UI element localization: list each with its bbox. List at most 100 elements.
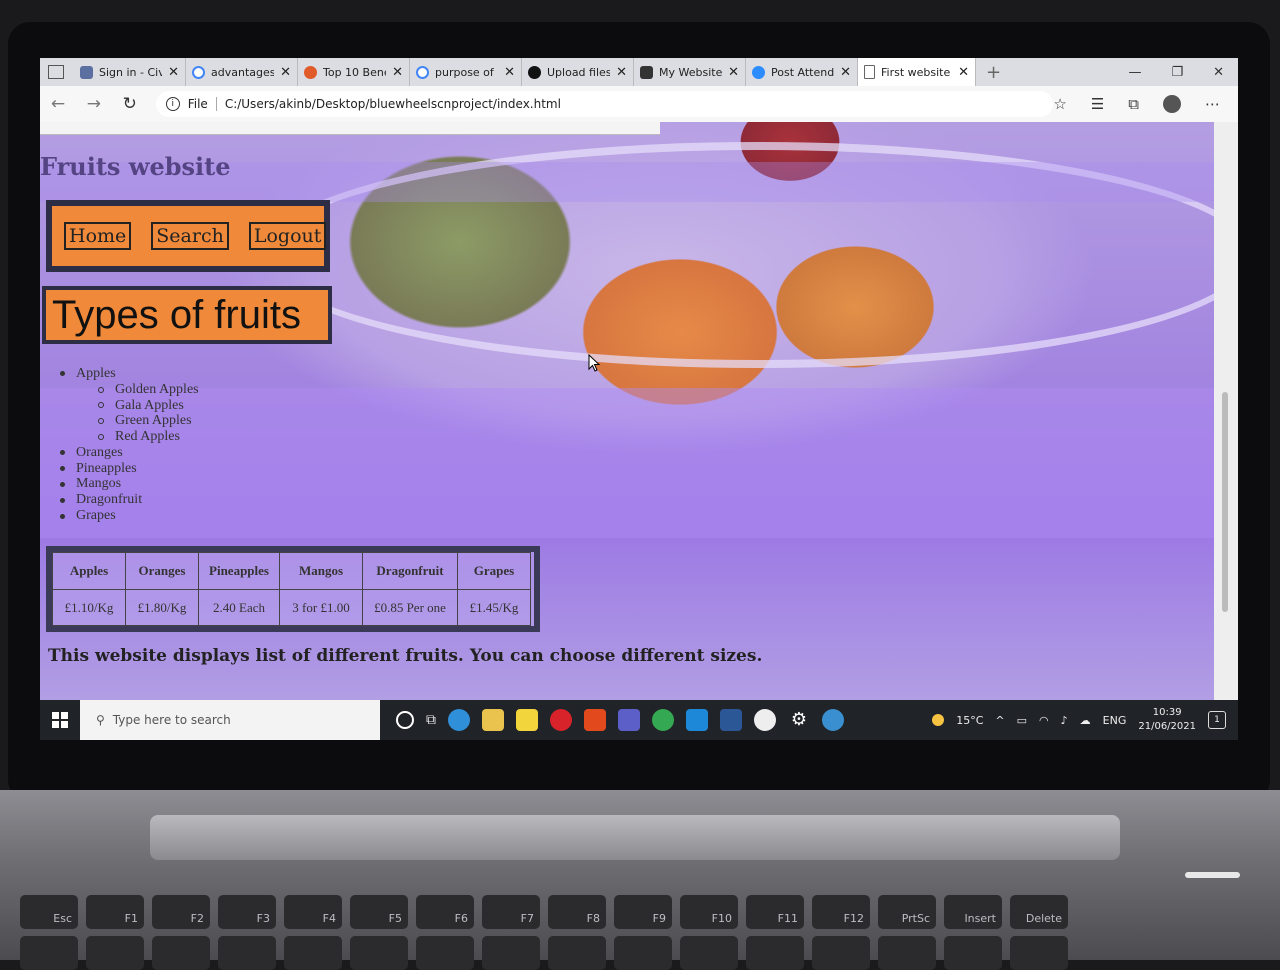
key[interactable]	[1010, 936, 1068, 970]
key[interactable]	[878, 936, 936, 970]
chevron-up-icon[interactable]: ^	[995, 714, 1004, 727]
wifi-icon[interactable]: ◠	[1039, 714, 1049, 727]
key[interactable]: F11	[746, 895, 804, 929]
key[interactable]: F5	[350, 895, 408, 929]
key[interactable]: F7	[482, 895, 540, 929]
chrome-icon[interactable]	[652, 709, 674, 731]
volume-icon[interactable]: ♪	[1061, 714, 1068, 727]
new-tab-button[interactable]: +	[986, 62, 1001, 83]
key[interactable]: F6	[416, 895, 474, 929]
vertical-scrollbar[interactable]	[1214, 122, 1238, 700]
key[interactable]	[284, 936, 342, 970]
tab-upload[interactable]: Upload files · ✕	[522, 58, 634, 86]
scrollbar-thumb[interactable]	[1222, 392, 1228, 612]
key[interactable]	[944, 936, 1002, 970]
key[interactable]: F10	[680, 895, 738, 929]
onedrive-icon[interactable]: ☁	[1080, 714, 1091, 727]
edge-icon[interactable]	[448, 709, 470, 731]
temperature-text[interactable]: 15°C	[956, 714, 983, 727]
cortana-icon[interactable]	[396, 711, 414, 729]
tab-sign-in[interactable]: Sign in - Civil ✕	[74, 58, 186, 86]
table-cell: £0.85 Per one	[362, 589, 458, 626]
file-explorer-icon[interactable]	[482, 709, 504, 731]
settings-gear-icon[interactable]: ⚙	[788, 709, 810, 731]
close-icon[interactable]: ✕	[728, 65, 739, 80]
restore-icon[interactable]: ❐	[1171, 65, 1183, 80]
clock[interactable]: 10:39 21/06/2021	[1138, 706, 1196, 734]
forward-arrow-icon[interactable]: →	[76, 94, 112, 114]
key[interactable]: F4	[284, 895, 342, 929]
key[interactable]: F8	[548, 895, 606, 929]
key[interactable]: PrtSc	[878, 895, 936, 929]
close-icon[interactable]: ✕	[958, 65, 969, 80]
tab-title: My Website |	[659, 65, 723, 79]
close-icon[interactable]: ✕	[616, 65, 627, 80]
key[interactable]: F3	[218, 895, 276, 929]
key[interactable]: Esc	[20, 895, 78, 929]
key[interactable]	[86, 936, 144, 970]
time-text: 10:39	[1152, 707, 1182, 718]
key[interactable]	[218, 936, 276, 970]
office-icon[interactable]	[584, 709, 606, 731]
refresh-icon[interactable]: ↻	[112, 94, 148, 114]
key[interactable]	[20, 936, 78, 970]
battery-icon[interactable]: ▭	[1017, 714, 1027, 727]
info-icon[interactable]: i	[165, 97, 180, 111]
key[interactable]: F12	[812, 895, 870, 929]
site-title: Fruits website	[40, 152, 231, 181]
miro-icon[interactable]	[516, 709, 538, 731]
notification-icon[interactable]: 1	[1208, 711, 1226, 729]
taskbar-search-box[interactable]: ⚲ Type here to search	[80, 700, 380, 740]
teams-icon[interactable]	[618, 709, 640, 731]
weather-sun-icon[interactable]	[932, 714, 945, 726]
tab-purpose[interactable]: purpose of in ✕	[410, 58, 522, 86]
key[interactable]	[680, 936, 738, 970]
key[interactable]	[350, 936, 408, 970]
key[interactable]: F9	[614, 895, 672, 929]
home-button[interactable]: Home	[64, 222, 132, 250]
tab-post-attendee[interactable]: Post Attende ✕	[746, 58, 858, 86]
key[interactable]	[152, 936, 210, 970]
url-field[interactable]: i File C:/Users/akinb/Desktop/bluewheels…	[155, 91, 1054, 117]
logout-button[interactable]: Logout	[248, 222, 327, 250]
key[interactable]	[482, 936, 540, 970]
tab-my-website[interactable]: My Website | ✕	[634, 58, 746, 86]
key[interactable]: F2	[152, 895, 210, 929]
favorites-icon[interactable]: ☰	[1091, 95, 1104, 113]
back-arrow-icon[interactable]: ←	[40, 94, 76, 114]
tab-advantages[interactable]: advantages o ✕	[186, 58, 298, 86]
key[interactable]	[416, 936, 474, 970]
key[interactable]: F1	[86, 895, 144, 929]
word-icon[interactable]	[720, 709, 742, 731]
profile-avatar[interactable]	[1163, 95, 1181, 113]
vscode-icon[interactable]	[686, 709, 708, 731]
key[interactable]	[548, 936, 606, 970]
close-icon[interactable]: ✕	[280, 65, 291, 80]
vpn-globe-icon[interactable]	[822, 709, 844, 731]
key[interactable]: Delete	[1010, 895, 1068, 929]
date-text: 21/06/2021	[1138, 721, 1196, 732]
close-icon[interactable]: ✕	[504, 65, 515, 80]
collections-icon[interactable]: ⧉	[1128, 95, 1139, 113]
key[interactable]	[614, 936, 672, 970]
more-icon[interactable]: ⋯	[1205, 95, 1220, 113]
app-icon[interactable]	[754, 709, 776, 731]
window-close-icon[interactable]: ✕	[1213, 65, 1224, 80]
url-text[interactable]: C:/Users/akinb/Desktop/bluewheelscnproje…	[225, 97, 561, 111]
key[interactable]	[812, 936, 870, 970]
opera-icon[interactable]	[550, 709, 572, 731]
tab-top10[interactable]: Top 10 Benef ✕	[298, 58, 410, 86]
close-icon[interactable]: ✕	[168, 65, 179, 80]
add-favorite-icon[interactable]: ☆	[1053, 95, 1066, 113]
close-icon[interactable]: ✕	[840, 65, 851, 80]
search-button[interactable]: Search	[151, 222, 229, 250]
key[interactable]	[746, 936, 804, 970]
key[interactable]: Insert	[944, 895, 1002, 929]
close-icon[interactable]: ✕	[392, 65, 403, 80]
minimize-icon[interactable]: —	[1128, 65, 1141, 80]
tab-actions-icon[interactable]	[48, 65, 64, 79]
task-view-icon[interactable]: ⧉	[426, 712, 436, 728]
language-text[interactable]: ENG	[1103, 714, 1127, 727]
tab-first-website[interactable]: First website ✕	[858, 58, 976, 86]
windows-start-icon[interactable]	[40, 712, 80, 728]
